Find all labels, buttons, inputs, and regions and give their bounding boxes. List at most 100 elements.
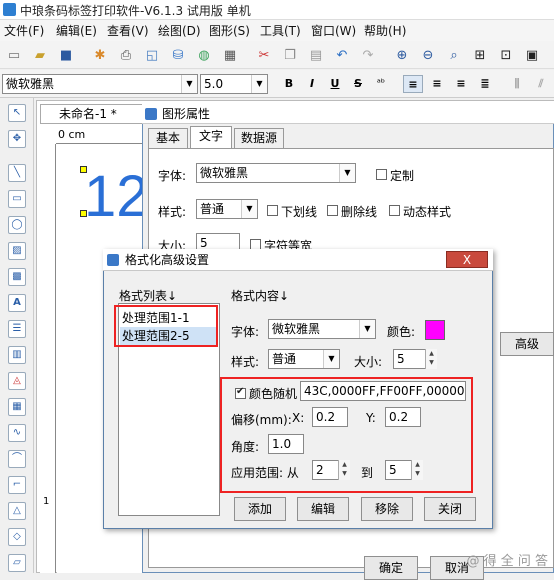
ruler-label: 0 cm: [58, 128, 86, 141]
random-color-checkbox[interactable]: [235, 386, 246, 399]
save-icon[interactable]: ■: [56, 45, 76, 65]
underline-checkbox[interactable]: [267, 205, 278, 216]
custom-checkbox[interactable]: [376, 169, 387, 180]
offset-y-input[interactable]: 0.2: [385, 407, 421, 427]
menu-draw[interactable]: 绘图(D): [158, 22, 201, 39]
angle-input[interactable]: 1.0: [268, 434, 304, 454]
polyline-icon[interactable]: ⌐: [8, 476, 26, 494]
copy-icon[interactable]: ❐: [280, 45, 300, 65]
offset-y-label: Y:: [366, 411, 376, 425]
chevron-down-icon: ▼: [181, 75, 197, 93]
rich-text-icon[interactable]: ☰: [8, 320, 26, 338]
zoom-in-icon[interactable]: ⊕: [392, 45, 412, 65]
picture-icon[interactable]: ▩: [8, 268, 26, 286]
range-to-stepper-icon[interactable]: ▲ ▼: [411, 460, 423, 480]
actual-size-icon[interactable]: ⊡: [496, 45, 516, 65]
justify-icon[interactable]: ≣: [475, 75, 495, 93]
main-toolbar: ▭ ▰ ■ ✱ ⎙ ◱ ⛁ ◍ ▦ ✂ ❐ ▤ ↶ ↷ ⊕ ⊖ ⌕ ⊞ ⊡ ▣: [0, 41, 554, 69]
shape-style-select[interactable]: 普通 ▼: [196, 199, 258, 219]
grid-icon[interactable]: ▦: [220, 45, 240, 65]
adv-font-label: 字体:: [231, 325, 260, 339]
advanced-button[interactable]: 高级: [500, 332, 554, 356]
offset-x-input[interactable]: 0.2: [312, 407, 348, 427]
curve-icon[interactable]: ∿: [8, 424, 26, 442]
preview-text[interactable]: 12: [84, 168, 149, 226]
distribute-v-icon[interactable]: ⫽: [531, 75, 551, 93]
italic-button[interactable]: I: [302, 75, 322, 93]
random-color-input[interactable]: 43C,0000FF,FF00FF,000000: [300, 381, 466, 401]
color-swatch[interactable]: [425, 320, 445, 340]
size-stepper-icon[interactable]: ▲ ▼: [425, 349, 437, 369]
range-from-stepper-icon[interactable]: ▲ ▼: [338, 460, 350, 480]
char-spacing-icon[interactable]: ᵃᵇ: [371, 75, 391, 93]
new-icon[interactable]: ▭: [4, 45, 24, 65]
paste-icon[interactable]: ▤: [306, 45, 326, 65]
undo-icon[interactable]: ↶: [332, 45, 352, 65]
selection-handle[interactable]: [80, 210, 87, 217]
document-tab[interactable]: 未命名-1 *: [40, 104, 146, 124]
pan-icon[interactable]: ✥: [8, 130, 26, 148]
data-source-icon[interactable]: ◍: [194, 45, 214, 65]
adv-font-select[interactable]: 微软雅黑 ▼: [268, 319, 376, 339]
tab-data-source[interactable]: 数据源: [234, 128, 284, 148]
menu-edit[interactable]: 编辑(E): [56, 22, 97, 39]
database-icon[interactable]: ⛁: [168, 45, 188, 65]
tab-text[interactable]: 文字: [190, 126, 232, 149]
strikethrough-button[interactable]: S: [348, 75, 368, 93]
image-icon[interactable]: ▨: [8, 242, 26, 260]
parallelogram-icon[interactable]: ▱: [8, 554, 26, 572]
qrcode-icon[interactable]: ▦: [8, 398, 26, 416]
add-button[interactable]: 添加: [234, 497, 286, 521]
dynamic-style-checkbox[interactable]: [389, 205, 400, 216]
redo-icon[interactable]: ↷: [358, 45, 378, 65]
diamond-icon[interactable]: ◇: [8, 528, 26, 546]
print-icon[interactable]: ⎙: [116, 45, 136, 65]
align-right-icon[interactable]: ≡: [451, 75, 471, 93]
menu-view[interactable]: 查看(V): [107, 22, 149, 39]
selection-handle[interactable]: [80, 166, 87, 173]
align-left-icon[interactable]: ≡: [403, 75, 423, 93]
zoom-icon[interactable]: ⌕: [444, 45, 464, 65]
print-preview-icon[interactable]: ◱: [142, 45, 162, 65]
pointer-icon[interactable]: ↖: [8, 104, 26, 122]
ellipse-icon[interactable]: ◯: [8, 216, 26, 234]
menu-window[interactable]: 窗口(W): [311, 22, 356, 39]
barcode-icon[interactable]: ▥: [8, 346, 26, 364]
ok-button[interactable]: 确定: [364, 556, 418, 580]
close-dialog-button[interactable]: 关闭: [424, 497, 476, 521]
font-size-select[interactable]: 5.0 ▼: [200, 74, 268, 94]
zoom-out-icon[interactable]: ⊖: [418, 45, 438, 65]
chevron-down-icon: ▼: [241, 200, 257, 218]
underline-button[interactable]: U: [325, 75, 345, 93]
edit-button[interactable]: 编辑: [297, 497, 349, 521]
distribute-h-icon[interactable]: ⫼: [507, 75, 527, 93]
text-icon[interactable]: A: [8, 294, 26, 312]
shape-font-select[interactable]: 微软雅黑 ▼: [196, 163, 356, 183]
remove-button[interactable]: 移除: [361, 497, 413, 521]
shape-icon[interactable]: ◬: [8, 372, 26, 390]
range-from-value: 2: [316, 463, 324, 477]
adv-style-value: 普通: [272, 352, 297, 366]
cut-icon[interactable]: ✂: [254, 45, 274, 65]
fit-width-icon[interactable]: ▣: [522, 45, 542, 65]
fit-page-icon[interactable]: ⊞: [470, 45, 490, 65]
tab-basic[interactable]: 基本: [148, 128, 188, 148]
arc-icon[interactable]: ⌒: [8, 450, 26, 468]
close-button[interactable]: X: [446, 251, 488, 268]
adv-style-select[interactable]: 普通 ▼: [268, 349, 340, 369]
menu-shape[interactable]: 图形(S): [209, 22, 250, 39]
menu-tools[interactable]: 工具(T): [260, 22, 301, 39]
menu-help[interactable]: 帮助(H): [364, 22, 406, 39]
line-icon[interactable]: ╲: [8, 164, 26, 182]
align-center-icon[interactable]: ≡: [427, 75, 447, 93]
format-list-label: 格式列表↓: [119, 289, 178, 303]
strikethrough-checkbox[interactable]: [327, 205, 338, 216]
rectangle-icon[interactable]: ▭: [8, 190, 26, 208]
menu-file[interactable]: 文件(F): [4, 22, 44, 39]
open-icon[interactable]: ▰: [30, 45, 50, 65]
bold-button[interactable]: B: [279, 75, 299, 93]
triangle-icon[interactable]: △: [8, 502, 26, 520]
font-family-select[interactable]: 微软雅黑 ▼: [2, 74, 198, 94]
font-size-value: 5.0: [204, 77, 224, 91]
settings-icon[interactable]: ✱: [90, 45, 110, 65]
